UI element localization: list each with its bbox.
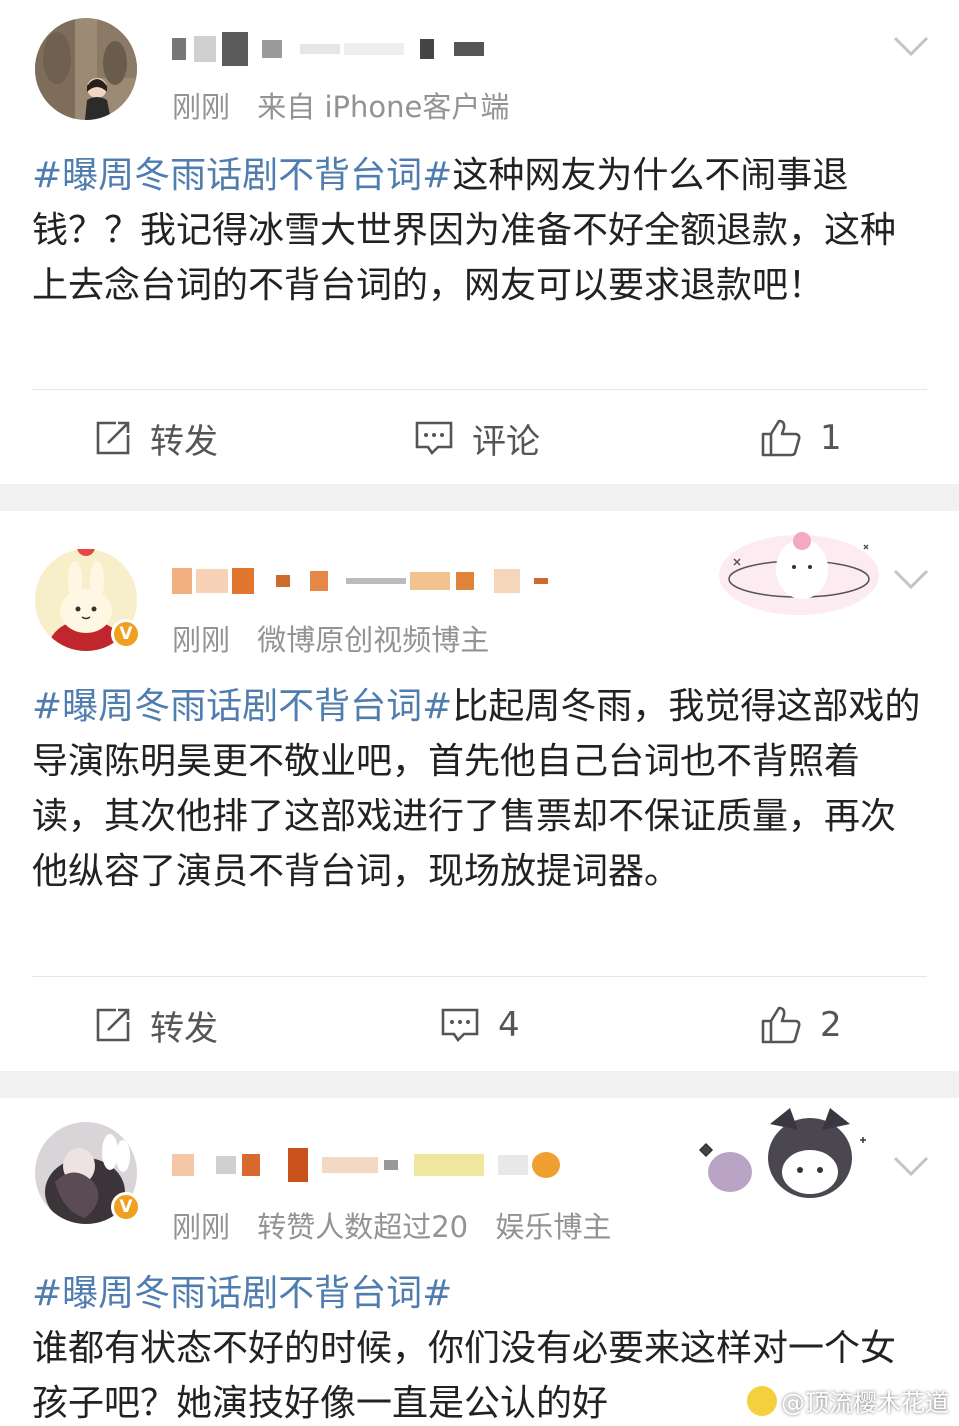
divider: [32, 976, 927, 977]
like-count: 1: [820, 418, 842, 458]
hashtag-link[interactable]: #曝周冬雨话剧不背台词#: [32, 686, 452, 727]
hashtag-link[interactable]: #曝周冬雨话剧不背台词#: [32, 155, 452, 196]
like-icon: [761, 1006, 801, 1044]
verified-badge: V: [111, 619, 141, 649]
post-meta: 刚刚 微博原创视频博主: [172, 617, 489, 659]
comment-label: 评论: [472, 421, 540, 462]
hashtag-link[interactable]: #曝周冬雨话剧不背台词#: [32, 1266, 927, 1321]
comment-button[interactable]: 评论: [414, 408, 540, 468]
like-icon: [761, 419, 801, 457]
avatar[interactable]: V: [35, 549, 141, 651]
username-blurred[interactable]: [172, 566, 548, 596]
post-time: 刚刚: [172, 1210, 231, 1244]
comment-count: 4: [498, 1005, 520, 1045]
repost-label: 转发: [150, 1008, 218, 1049]
post-source: 转赞人数超过20: [257, 1210, 469, 1244]
username-blurred[interactable]: [172, 32, 484, 66]
like-button[interactable]: 2: [760, 995, 842, 1055]
sticker-decoration: [719, 532, 879, 615]
weibo-logo-icon: [747, 1385, 777, 1416]
post-source: 微博原创视频博主: [257, 623, 490, 657]
post-body: #曝周冬雨话剧不背台词#比起周冬雨，我觉得这部戏的导演陈明昊更不敬业吧，首先他自…: [32, 679, 927, 899]
post-body: #曝周冬雨话剧不背台词#这种网友为什么不闹事退钱？？我记得冰雪大世界因为准备不好…: [32, 148, 927, 313]
sticker-decoration: [698, 1108, 866, 1198]
comment-icon: [415, 421, 453, 456]
action-bar: 转发 4 2: [0, 995, 959, 1055]
repost-icon: [96, 1008, 130, 1042]
repost-label: 转发: [150, 421, 218, 462]
like-button[interactable]: 1: [760, 408, 842, 468]
like-count: 2: [820, 1005, 842, 1045]
divider: [32, 389, 927, 390]
watermark-text: @顶流樱木花道: [781, 1389, 949, 1417]
post-category: 娱乐博主: [495, 1210, 612, 1244]
chevron-down-icon[interactable]: [891, 26, 931, 66]
post-time: 刚刚: [172, 623, 231, 657]
repost-button[interactable]: 转发: [94, 995, 218, 1055]
chevron-down-icon[interactable]: [891, 1146, 931, 1186]
post-meta: 刚刚 来自 iPhone客户端: [172, 84, 509, 126]
watermark: @顶流樱木花道: [747, 1383, 949, 1418]
post-source: 来自 iPhone客户端: [257, 90, 510, 124]
chevron-down-icon[interactable]: [891, 559, 931, 599]
repost-button[interactable]: 转发: [94, 408, 218, 468]
avatar[interactable]: V: [35, 1122, 141, 1224]
repost-icon: [96, 421, 130, 455]
post-card-1: 刚刚 来自 iPhone客户端 #曝周冬雨话剧不背台词#这种网友为什么不闹事退钱…: [0, 0, 959, 484]
post-time: 刚刚: [172, 90, 231, 124]
comment-button[interactable]: 4: [440, 995, 520, 1055]
verified-badge: V: [111, 1192, 141, 1222]
post-card-2: V 刚刚 微博原创视频博主 #曝周冬雨话剧不背台词#比起周冬雨，我觉得这部戏的导…: [0, 511, 959, 1071]
post-card-3: V 刚刚 转赞人数超过20 娱乐博主 #曝周冬雨话剧不背台词# 谁都有状态不好的…: [0, 1098, 959, 1426]
action-bar: 转发 评论 1: [0, 408, 959, 468]
username-blurred[interactable]: [172, 1148, 560, 1182]
post-meta: 刚刚 转赞人数超过20 娱乐博主: [172, 1204, 611, 1246]
avatar[interactable]: [35, 18, 137, 120]
comment-icon: [441, 1008, 479, 1043]
